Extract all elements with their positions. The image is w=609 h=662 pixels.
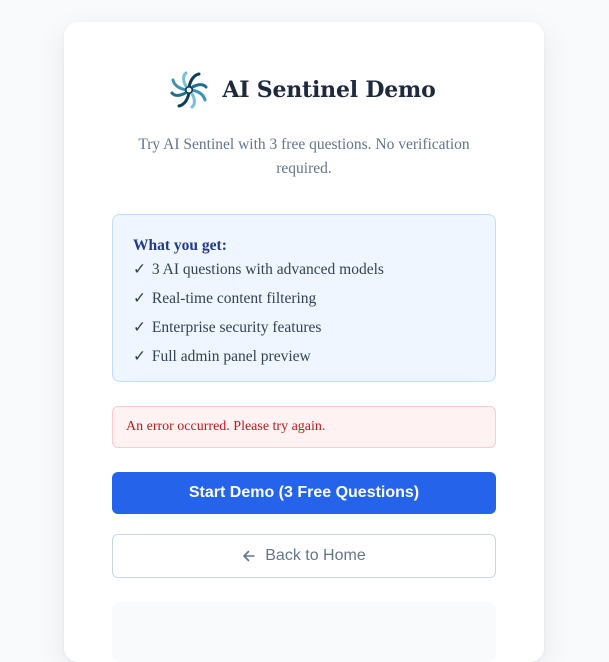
error-message: An error occurred. Please try again. [126,419,326,434]
list-item: ✓ 3 AI questions with advanced models [133,255,475,284]
start-demo-button[interactable]: Start Demo (3 Free Questions) [112,472,496,514]
arrow-left-icon [243,550,256,562]
check-icon: ✓ [133,290,146,307]
feature-label: Real-time content filtering [151,290,317,307]
back-to-home-button[interactable]: Back to Home [112,534,496,578]
page-subtitle: Try AI Sentinel with 3 free questions. N… [138,136,470,177]
error-alert: An error occurred. Please try again. [112,406,496,448]
sentinel-swirl-icon [170,71,208,109]
check-icon: ✓ [133,348,146,365]
features-heading: What you get: [133,237,227,254]
brand-header: AI Sentinel Demo [64,68,544,112]
list-item: ✓ Enterprise security features [133,313,475,342]
demo-card: AI Sentinel Demo Try AI Sentinel with 3 … [64,22,544,662]
back-to-home-label: Back to Home [265,547,366,564]
page-title: AI Sentinel Demo [222,77,436,103]
features-panel: What you get: ✓ 3 AI questions with adva… [112,214,496,382]
feature-label: Full admin panel preview [151,348,311,365]
list-item: ✓ Real-time content filtering [133,284,475,313]
start-demo-label: Start Demo (3 Free Questions) [188,484,420,501]
check-icon: ✓ [133,319,146,336]
feature-label: 3 AI questions with advanced models [151,261,384,278]
check-icon: ✓ [133,261,146,278]
list-item: ✓ Full admin panel preview [133,342,475,371]
features-list: ✓ 3 AI questions with advanced models ✓ … [133,255,475,371]
info-panel [112,602,496,662]
feature-label: Enterprise security features [151,319,322,336]
